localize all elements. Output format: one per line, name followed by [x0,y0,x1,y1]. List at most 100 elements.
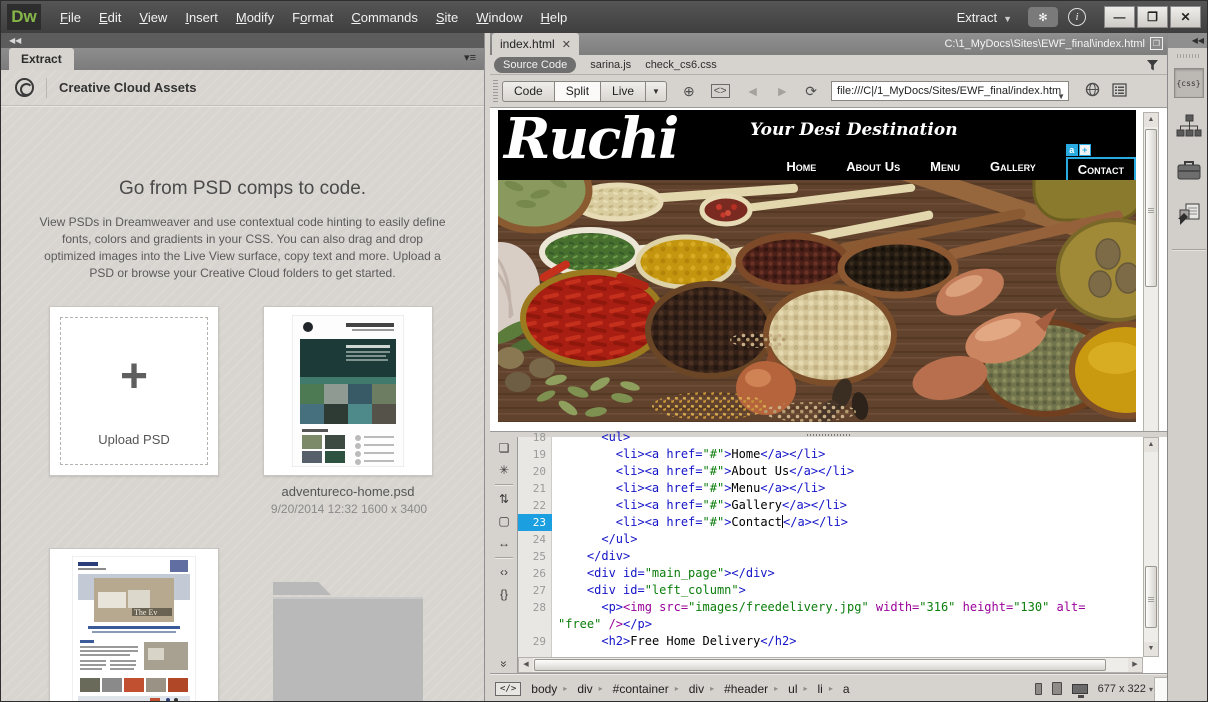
nav-about-us[interactable]: About Us [846,159,900,180]
nav-menu[interactable]: Menu [930,159,960,180]
code-line[interactable]: 19 <li><a href="#">Home</a></li> [518,446,1143,463]
code-line[interactable]: 26 <div id="main_page"></div> [518,565,1143,582]
maximize-button[interactable]: ❐ [1137,6,1168,28]
code-line[interactable]: 18 <ul> [518,429,1143,446]
site-logo[interactable]: Ruchi [504,106,679,172]
folder-mycafe[interactable] [273,582,423,701]
dock-grip[interactable] [1176,54,1201,58]
code-line[interactable]: 24 </ul> [518,531,1143,548]
minimize-button[interactable]: — [1104,6,1135,28]
split-view-button[interactable]: Split [553,80,601,102]
code-line[interactable]: 21 <li><a href="#">Menu</a></li> [518,480,1143,497]
code-line[interactable]: "free" /></p> [518,616,1143,633]
menu-commands[interactable]: Commands [342,6,426,29]
info-icon[interactable]: i [1068,8,1086,26]
business-catalyst-icon[interactable] [1174,159,1204,186]
related-file-source-code[interactable]: Source Code [494,56,577,73]
live-code-icon[interactable]: ✳ [490,459,518,481]
tag-crumb-container[interactable]: #container [613,682,669,696]
tag-crumb-li[interactable]: li [818,682,823,696]
menu-modify[interactable]: Modify [227,6,283,29]
collapse-panel-icon[interactable]: ◀◀ [1,33,484,48]
forward-icon[interactable]: ► [775,83,789,99]
tag-crumb-body[interactable]: body [531,682,557,696]
close-button[interactable]: ✕ [1170,6,1201,28]
menu-window[interactable]: Window [467,6,531,29]
tablet-size-icon[interactable] [1051,682,1062,695]
close-tab-icon[interactable]: ✕ [562,39,571,51]
dom-panel-icon[interactable] [1174,114,1204,143]
code-line[interactable]: 23 <li><a href="#">Contact</a></li> [518,514,1143,531]
live-view-dropdown-icon[interactable]: ▼ [645,80,667,102]
scroll-up-icon[interactable]: ▲ [1144,113,1158,127]
code-line[interactable]: 20 <li><a href="#">About Us</a></li> [518,463,1143,480]
related-file-check-css[interactable]: check_cs6.css [645,59,717,71]
scroll-right-icon[interactable]: ▶ [1128,658,1142,672]
list-view-options-icon[interactable] [1112,82,1127,100]
tag-crumb-a[interactable]: a [843,682,850,696]
tab-extract[interactable]: Extract [9,48,74,70]
workspace-switcher[interactable]: Extract ▼ [951,7,1018,28]
tag-crumb-header[interactable]: #header [724,682,768,696]
menu-help[interactable]: Help [531,6,576,29]
collapse-full-tag-icon[interactable]: ⇅ [490,488,518,510]
tag-crumb-div[interactable]: div [689,682,704,696]
nav-gallery[interactable]: Gallery [990,159,1036,180]
scroll-down-icon[interactable]: ▼ [1144,642,1158,656]
phone-size-icon[interactable] [1034,682,1042,695]
tag-crumb-ul[interactable]: ul [788,682,797,696]
select-parent-tag-icon[interactable]: ‹› [490,561,518,583]
scroll-left-icon[interactable]: ◀ [519,658,533,672]
code-line[interactable]: 25 </div> [518,548,1143,565]
menu-insert[interactable]: Insert [176,6,227,29]
css-designer-icon[interactable]: {css} [1173,68,1204,98]
code-lines[interactable]: 18 <ul> 19 <li><a href="#">Home</a></li> 2… [518,429,1143,657]
tag-crumb-div[interactable]: div [577,682,592,696]
code-scrollbar-horizontal[interactable]: ◀ ▶ [518,657,1143,673]
panel-menu-icon[interactable]: ▾≡ [464,51,476,64]
expand-panels-icon[interactable]: ◀◀ [1168,33,1207,48]
scrollbar-thumb[interactable] [534,659,1106,671]
scrollbar-thumb[interactable] [1145,129,1157,287]
menu-site[interactable]: Site [427,6,467,29]
desktop-size-icon[interactable] [1071,683,1088,698]
tag-selector-icon[interactable]: </> [495,681,522,696]
menu-format[interactable]: Format [283,6,342,29]
files-panel-icon[interactable] [1174,202,1204,233]
element-tag-badge[interactable]: a [1065,144,1078,156]
preview-browser-icon[interactable] [1085,82,1100,100]
related-file-sarina-js[interactable]: sarina.js [590,59,631,71]
live-view-options-icon[interactable]: ⊕ [683,83,695,100]
collapse-selection-icon[interactable]: ▢ [490,510,518,532]
sync-settings-icon[interactable]: ✻ [1028,7,1058,27]
address-bar[interactable]: file:///C|/1_MyDocs/Sites/EWF_final/inde… [831,81,1070,101]
live-view-button[interactable]: Live [600,80,646,102]
tab-index-html[interactable]: index.html ✕ [492,33,579,55]
address-dropdown-icon[interactable]: ▼ [1057,88,1065,100]
scroll-up-icon[interactable]: ▲ [1144,438,1158,452]
window-size-selector[interactable]: 677 x 322 ▾ [1098,683,1153,695]
code-line[interactable]: 27 <div id="left_column"> [518,582,1143,599]
add-element-badge[interactable]: + [1078,144,1091,156]
code-view-button[interactable]: Code [502,80,554,102]
expand-all-icon[interactable]: ↔ [490,532,518,554]
psd-thumbnail-event01[interactable]: The Ev [49,548,219,701]
restore-window-icon[interactable]: ❐ [1150,37,1163,50]
refresh-icon[interactable]: ⟳ [805,83,817,100]
inspect-mode-icon[interactable]: <> [710,84,730,98]
psd-thumbnail-adventureco[interactable] [263,306,433,476]
toolbar-grip[interactable] [493,80,498,102]
menu-edit[interactable]: Edit [90,6,130,29]
menu-file[interactable]: File [51,6,90,29]
menu-view[interactable]: View [130,6,176,29]
nav-home[interactable]: Home [786,159,816,180]
open-documents-icon[interactable]: ❏ [490,437,518,459]
code-line[interactable]: 29 <h2>Free Home Delivery</h2> [518,633,1143,650]
upload-psd-card[interactable]: + Upload PSD [49,306,219,476]
scrollbar-thumb[interactable] [1145,566,1157,628]
back-icon[interactable]: ◄ [746,83,760,99]
code-line[interactable]: 28 <p><img src="images/freedelivery.jpg"… [518,599,1143,616]
code-scrollbar-vertical[interactable]: ▲ ▼ [1143,437,1159,657]
code-line[interactable]: 22 <li><a href="#">Gallery</a></li> [518,497,1143,514]
format-source-code-icon[interactable]: {} [490,583,518,605]
